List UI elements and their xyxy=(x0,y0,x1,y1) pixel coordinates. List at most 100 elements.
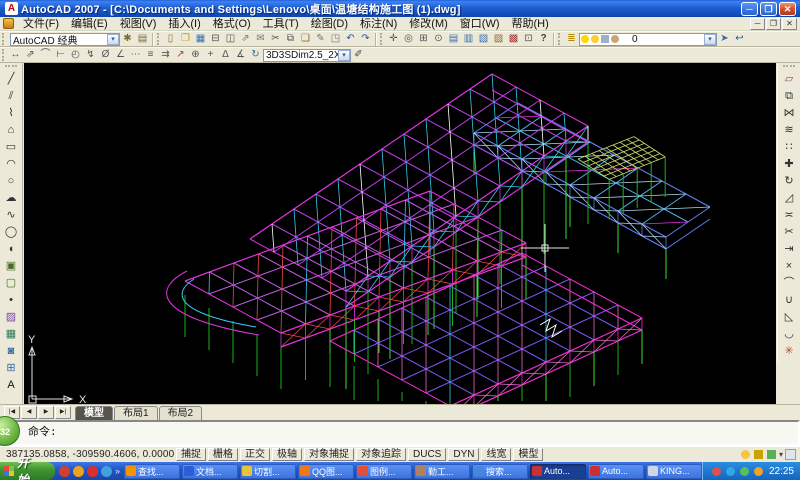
status-toggle[interactable]: DYN xyxy=(448,448,479,461)
break-at-point-icon[interactable]: × xyxy=(781,258,798,275)
layout-tab[interactable]: 布局2 xyxy=(159,406,203,420)
tray-arrow-icon[interactable]: ▾ xyxy=(779,450,783,459)
status-toggle[interactable]: 线宽 xyxy=(481,448,511,461)
layer-combo[interactable]: 0 ▾ xyxy=(579,33,717,46)
tab-nav-button[interactable]: ◀ xyxy=(21,406,37,419)
taskbar-task-button[interactable]: QQ图... xyxy=(298,464,354,479)
construction-line-icon[interactable]: ⫽ xyxy=(3,88,20,105)
standards-icon[interactable] xyxy=(767,450,776,459)
menu-item[interactable]: 工具(T) xyxy=(257,17,305,31)
layer-color-swatch[interactable] xyxy=(621,35,629,43)
doc-close-button[interactable]: ✕ xyxy=(782,18,797,30)
tray-icon-2[interactable] xyxy=(726,467,735,476)
zoom-window-icon[interactable]: ⊞ xyxy=(416,32,431,46)
dim-arc-length-icon[interactable]: ⌒ xyxy=(38,48,53,62)
close-button[interactable]: ✕ xyxy=(779,2,796,16)
status-toggle[interactable]: 模型 xyxy=(513,448,543,461)
join-icon[interactable]: ∪ xyxy=(781,292,798,309)
layer-previous-icon[interactable]: ↩ xyxy=(732,32,747,46)
start-button[interactable]: 开始 xyxy=(0,462,55,480)
markup-set-manager-icon[interactable]: ▩ xyxy=(506,32,521,46)
extend-icon[interactable]: ⇥ xyxy=(781,241,798,258)
sheet-set-manager-icon[interactable]: ▨ xyxy=(491,32,506,46)
toolbar-grip[interactable] xyxy=(558,33,562,45)
copy-icon[interactable]: ⧉ xyxy=(283,32,298,46)
toolbar-grip[interactable] xyxy=(380,33,384,45)
taskbar-task-button[interactable]: 搜索... xyxy=(472,464,528,479)
taskbar-task-button[interactable]: Auto... xyxy=(530,464,586,479)
quicklaunch-3-icon[interactable] xyxy=(87,466,98,477)
tolerance-icon[interactable]: ⊕ xyxy=(188,48,203,62)
menu-item[interactable]: 视图(V) xyxy=(114,17,163,31)
menu-item[interactable]: 编辑(E) xyxy=(65,17,114,31)
taskbar-task-button[interactable]: 切割... xyxy=(240,464,296,479)
layout-tab[interactable]: 布局1 xyxy=(114,406,158,420)
table-icon[interactable]: ⊞ xyxy=(3,360,20,377)
multiline-text-icon[interactable]: A xyxy=(3,377,20,394)
tray-icon-3[interactable] xyxy=(740,467,749,476)
paste-icon[interactable]: ❏ xyxy=(298,32,313,46)
chevron-down-icon[interactable]: ▾ xyxy=(107,34,119,45)
revision-cloud-icon[interactable]: ☁ xyxy=(3,190,20,207)
dim-style-icon[interactable]: ✐ xyxy=(351,48,366,62)
layer-freeze-sun-icon[interactable] xyxy=(591,35,599,43)
toolbar-grip[interactable] xyxy=(5,65,17,69)
publish-icon[interactable]: ⇗ xyxy=(238,32,253,46)
quicklaunch-1-icon[interactable] xyxy=(59,466,70,477)
dim-diameter-icon[interactable]: Ø xyxy=(98,48,113,62)
tab-nav-button[interactable]: ▶| xyxy=(55,406,71,419)
layer-lock-icon[interactable] xyxy=(601,35,609,43)
undo-icon[interactable]: ↶ xyxy=(343,32,358,46)
menu-item[interactable]: 文件(F) xyxy=(17,17,65,31)
dim-baseline-icon[interactable]: ≡ xyxy=(143,48,158,62)
quicklaunch-4-icon[interactable] xyxy=(101,466,112,477)
point-icon[interactable]: • xyxy=(3,292,20,309)
center-mark-icon[interactable]: + xyxy=(203,48,218,62)
trim-icon[interactable]: ✂ xyxy=(781,224,798,241)
menu-item[interactable]: 修改(M) xyxy=(403,17,454,31)
help-icon[interactable]: ? xyxy=(536,32,551,46)
insert-block-icon[interactable]: ▣ xyxy=(3,258,20,275)
spline-icon[interactable]: ∿ xyxy=(3,207,20,224)
restore-button[interactable]: ❐ xyxy=(760,2,777,16)
chamfer-icon[interactable]: ◺ xyxy=(781,309,798,326)
taskbar-task-button[interactable]: KING... xyxy=(646,464,702,479)
plot-icon[interactable]: ⊟ xyxy=(208,32,223,46)
mirror-icon[interactable]: ⋈ xyxy=(781,105,798,122)
rotate-icon[interactable]: ↻ xyxy=(781,173,798,190)
zoom-previous-icon[interactable]: ⊙ xyxy=(431,32,446,46)
taskbar-task-button[interactable]: 图例... xyxy=(356,464,412,479)
move-icon[interactable]: ✚ xyxy=(781,156,798,173)
tool-palettes-icon[interactable]: ▧ xyxy=(476,32,491,46)
quick-launch-more-icon[interactable]: » xyxy=(115,466,120,476)
stretch-icon[interactable]: ≍ xyxy=(781,207,798,224)
toolbar-grip[interactable] xyxy=(783,65,795,69)
status-toggle[interactable]: 对象追踪 xyxy=(356,448,406,461)
toolbar-lock-icon[interactable] xyxy=(754,450,763,459)
dim-update-icon[interactable]: ↻ xyxy=(248,48,263,62)
block-editor-icon[interactable]: ◳ xyxy=(328,32,343,46)
erase-icon[interactable]: ▱ xyxy=(781,71,798,88)
redo-icon[interactable]: ↷ xyxy=(358,32,373,46)
make-object-layer-current-icon[interactable]: ➤ xyxy=(717,32,732,46)
dim-jogged-icon[interactable]: ↯ xyxy=(83,48,98,62)
match-properties-icon[interactable]: ✎ xyxy=(313,32,328,46)
dim-continue-icon[interactable]: ⇉ xyxy=(158,48,173,62)
polyline-icon[interactable]: ⌇ xyxy=(3,105,20,122)
menu-item[interactable]: 标注(N) xyxy=(354,17,403,31)
ellipse-icon[interactable]: ◯ xyxy=(3,224,20,241)
dim-edit-icon[interactable]: Δ xyxy=(218,48,233,62)
dim-ordinate-icon[interactable]: ⊢ xyxy=(53,48,68,62)
dim-aligned-icon[interactable]: ⇗ xyxy=(23,48,38,62)
menu-item[interactable]: 格式(O) xyxy=(207,17,257,31)
dim-radius-icon[interactable]: ◴ xyxy=(68,48,83,62)
open-icon[interactable]: ❒ xyxy=(178,32,193,46)
copy-object-icon[interactable]: ⧉ xyxy=(781,88,798,105)
minimize-button[interactable]: ─ xyxy=(741,2,758,16)
chevron-down-icon[interactable]: ▾ xyxy=(704,34,716,45)
region-icon[interactable]: ◙ xyxy=(3,343,20,360)
toolbar-grip[interactable] xyxy=(2,33,6,45)
arc-icon[interactable]: ◠ xyxy=(3,156,20,173)
designcenter-icon[interactable]: ▥ xyxy=(461,32,476,46)
dim-linear-icon[interactable]: ↔ xyxy=(8,48,23,62)
